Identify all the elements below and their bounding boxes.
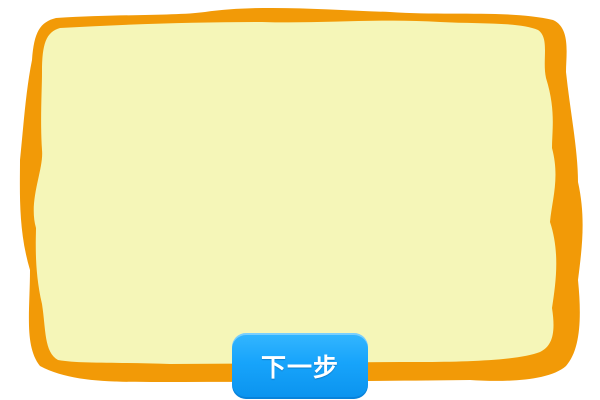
content-panel-fill [33, 20, 557, 365]
next-step-button[interactable]: 下一步 [232, 333, 368, 399]
stage: 下一步 [0, 0, 600, 400]
